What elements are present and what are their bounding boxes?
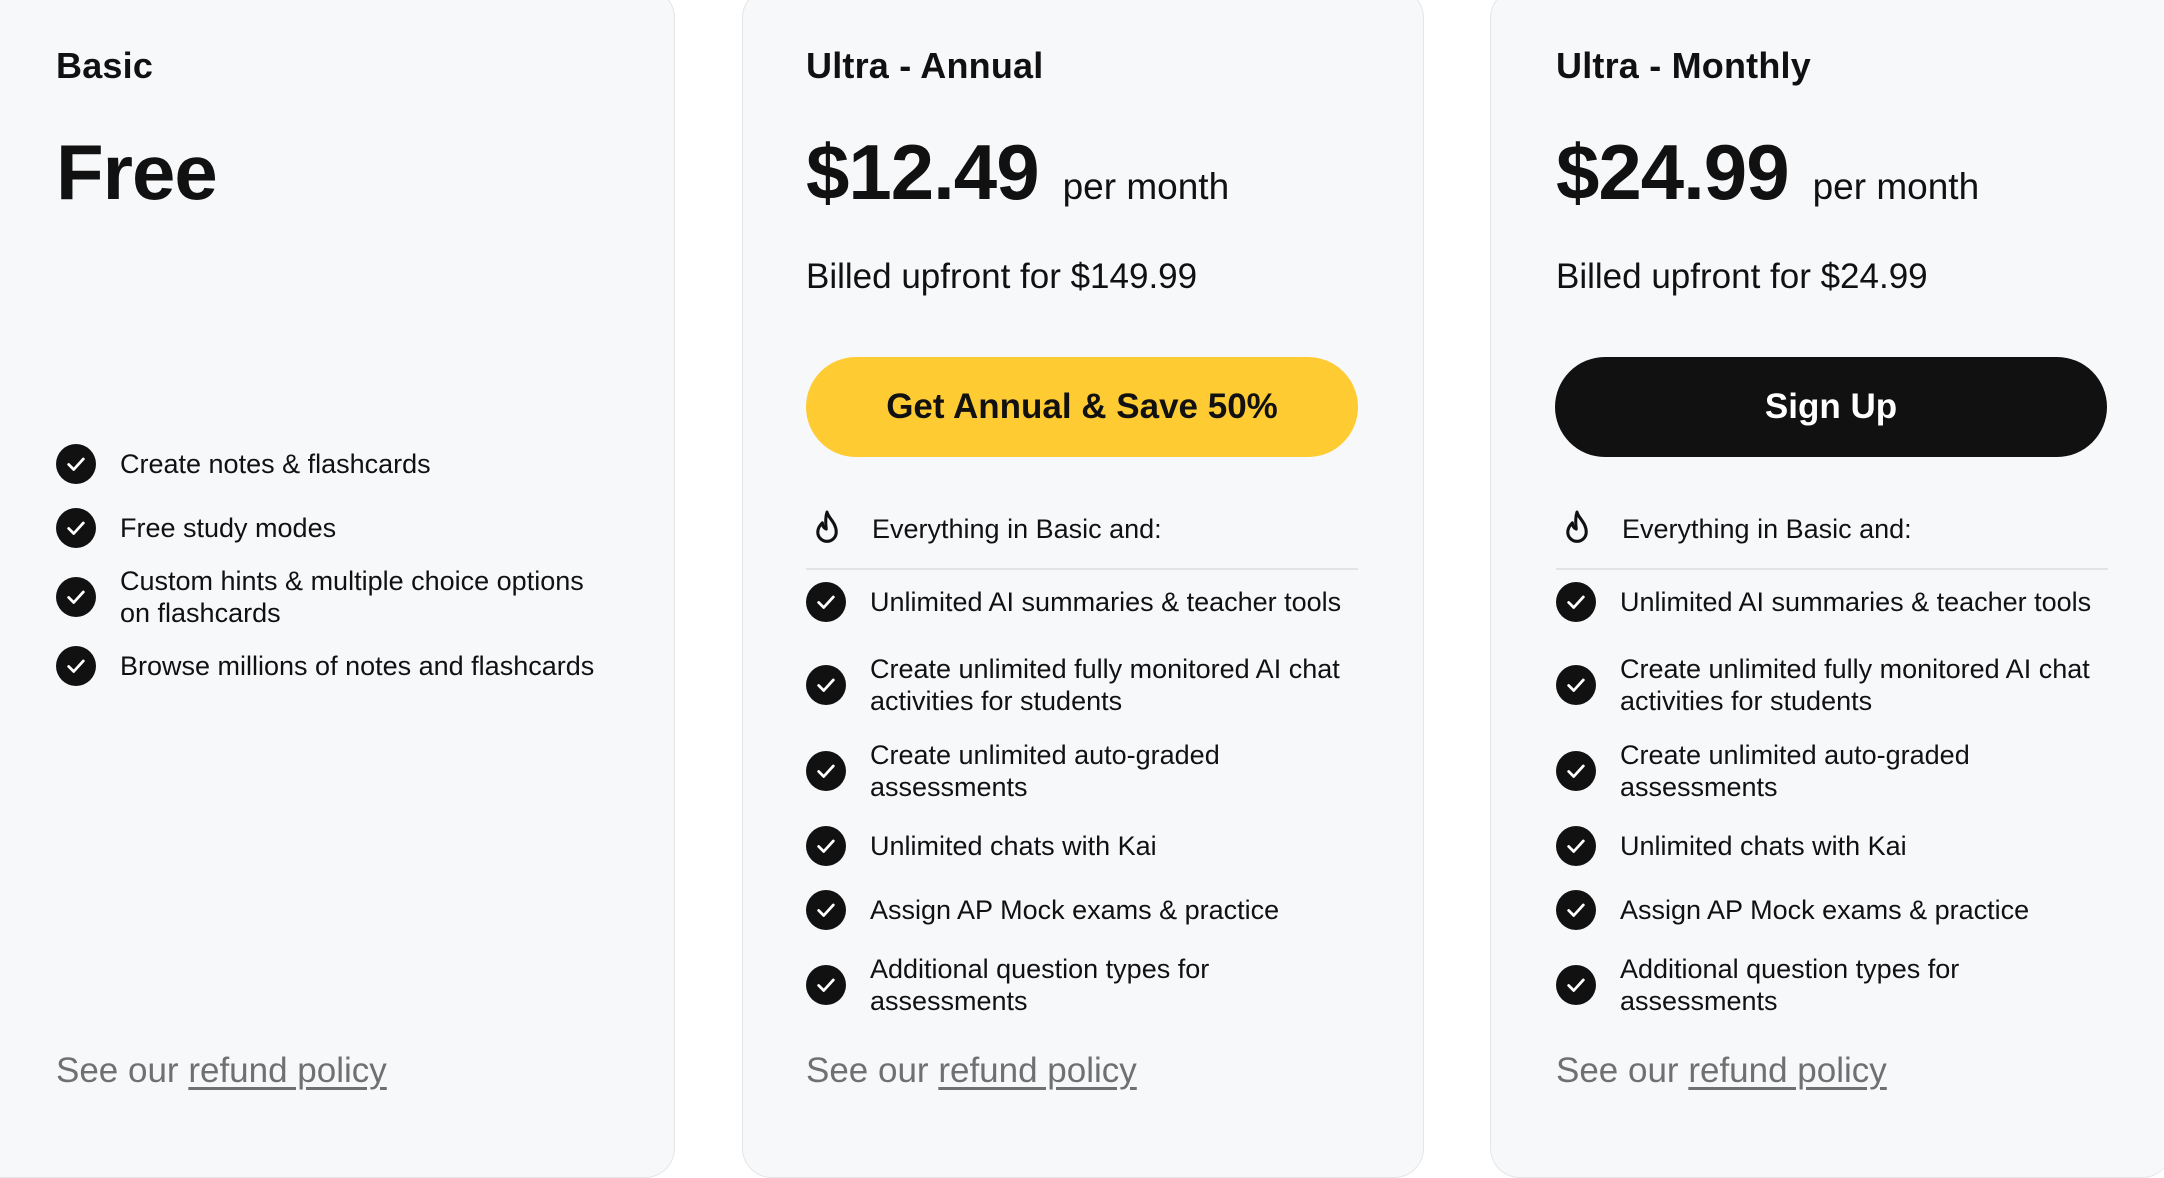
refund-policy-link[interactable]: refund policy <box>1688 1051 1886 1090</box>
check-circle-icon <box>806 582 846 622</box>
feature-item: Unlimited chats with Kai <box>1556 823 2116 869</box>
feature-item: Additional question types for assessment… <box>806 951 1366 1019</box>
check-circle-icon <box>56 646 96 686</box>
feature-item: Create notes & flashcards <box>56 441 616 487</box>
feature-text: Create unlimited auto-graded assessments <box>1620 740 1970 802</box>
feature-item: Free study modes <box>56 505 616 551</box>
check-circle-icon <box>806 826 846 866</box>
feature-item: Assign AP Mock exams & practice <box>806 887 1366 933</box>
refund-note: See our refund policy <box>56 1051 387 1091</box>
feature-text: Unlimited chats with Kai <box>870 831 1157 861</box>
refund-note: See our refund policy <box>1556 1051 1887 1091</box>
check-circle-icon <box>56 444 96 484</box>
feature-text: Additional question types for assessment… <box>1620 954 1960 1016</box>
get-annual-button[interactable]: Get Annual & Save 50% <box>806 357 1358 457</box>
price-period: per month <box>1812 166 1980 207</box>
refund-prefix: See our <box>56 1051 179 1090</box>
billing-note: Billed upfront for $149.99 <box>806 257 1198 296</box>
feature-text: Unlimited AI summaries & teacher tools <box>1620 587 2092 617</box>
everything-in-basic: Everything in Basic and: <box>806 499 1358 559</box>
refund-policy-link[interactable]: refund policy <box>938 1051 1136 1090</box>
check-circle-icon <box>1556 582 1596 622</box>
feature-item: Browse millions of notes and flashcards <box>56 643 616 689</box>
price-row: $24.99 per month <box>1556 127 1979 218</box>
price-period: per month <box>1062 166 1230 207</box>
feature-text: Create notes & flashcards <box>120 449 431 479</box>
billing-note: Billed upfront for $24.99 <box>1556 257 1928 296</box>
check-circle-icon <box>1556 890 1596 930</box>
feature-text: Unlimited AI summaries & teacher tools <box>870 587 1342 617</box>
feature-item: Custom hints & multiple choice options o… <box>56 563 616 631</box>
feature-item: Create unlimited auto-graded assessments <box>1556 737 2116 805</box>
refund-policy-link[interactable]: refund policy <box>188 1051 386 1090</box>
feature-item: Create unlimited fully monitored AI chat… <box>806 651 1366 719</box>
check-circle-icon <box>806 665 846 705</box>
plan-card-basic: Basic Free Create notes & flashcards Fre… <box>0 0 675 1178</box>
check-circle-icon <box>56 508 96 548</box>
feature-item: Assign AP Mock exams & practice <box>1556 887 2116 933</box>
price-row: Free <box>56 127 218 218</box>
plan-name: Basic <box>56 45 154 86</box>
feature-item: Additional question types for assessment… <box>1556 951 2116 1019</box>
refund-prefix: See our <box>806 1051 929 1090</box>
refund-prefix: See our <box>1556 1051 1679 1090</box>
feature-text: Assign AP Mock exams & practice <box>870 895 1280 925</box>
feature-text: Create unlimited fully monitored AI chat… <box>870 654 1340 716</box>
feature-text: Unlimited chats with Kai <box>1620 831 1907 861</box>
price: Free <box>56 128 218 216</box>
refund-note: See our refund policy <box>806 1051 1137 1091</box>
feature-list: Unlimited AI summaries & teacher tools C… <box>1556 579 2116 1019</box>
feature-text: Create unlimited auto-graded assessments <box>870 740 1220 802</box>
flame-icon <box>816 510 838 543</box>
divider <box>806 568 1358 570</box>
check-circle-icon <box>56 577 96 617</box>
check-circle-icon <box>806 751 846 791</box>
divider <box>1556 568 2108 570</box>
feature-item: Unlimited AI summaries & teacher tools <box>1556 579 2116 625</box>
sign-up-button[interactable]: Sign Up <box>1555 357 2107 457</box>
feature-text: Custom hints & multiple choice options o… <box>120 566 584 628</box>
feature-list: Create notes & flashcards Free study mod… <box>56 441 616 689</box>
check-circle-icon <box>1556 751 1596 791</box>
feature-text: Assign AP Mock exams & practice <box>1620 895 2030 925</box>
check-circle-icon <box>806 965 846 1005</box>
price-row: $12.49 per month <box>806 127 1229 218</box>
price: $24.99 <box>1556 128 1790 216</box>
plan-card-ultra-monthly: Ultra - Monthly $24.99 per month Billed … <box>1490 0 2164 1178</box>
feature-text: Create unlimited fully monitored AI chat… <box>1620 654 2090 716</box>
check-circle-icon <box>1556 665 1596 705</box>
check-circle-icon <box>1556 826 1596 866</box>
feature-item: Unlimited chats with Kai <box>806 823 1366 869</box>
feature-text: Additional question types for assessment… <box>870 954 1210 1016</box>
everything-in-basic: Everything in Basic and: <box>1556 499 2108 559</box>
plan-name: Ultra - Monthly <box>1556 45 1811 86</box>
feature-list: Unlimited AI summaries & teacher tools C… <box>806 579 1366 1019</box>
price: $12.49 <box>806 128 1040 216</box>
plan-card-ultra-annual: Ultra - Annual $12.49 per month Billed u… <box>742 0 1424 1178</box>
feature-text: Browse millions of notes and flashcards <box>120 651 595 681</box>
check-circle-icon <box>1556 965 1596 1005</box>
feature-text: Free study modes <box>120 513 337 543</box>
plan-name: Ultra - Annual <box>806 45 1044 86</box>
flame-icon <box>1566 510 1588 543</box>
feature-item: Create unlimited auto-graded assessments <box>806 737 1366 805</box>
feature-item: Create unlimited fully monitored AI chat… <box>1556 651 2116 719</box>
everything-text: Everything in Basic and: <box>872 513 1162 544</box>
feature-item: Unlimited AI summaries & teacher tools <box>806 579 1366 625</box>
check-circle-icon <box>806 890 846 930</box>
everything-text: Everything in Basic and: <box>1622 513 1912 544</box>
